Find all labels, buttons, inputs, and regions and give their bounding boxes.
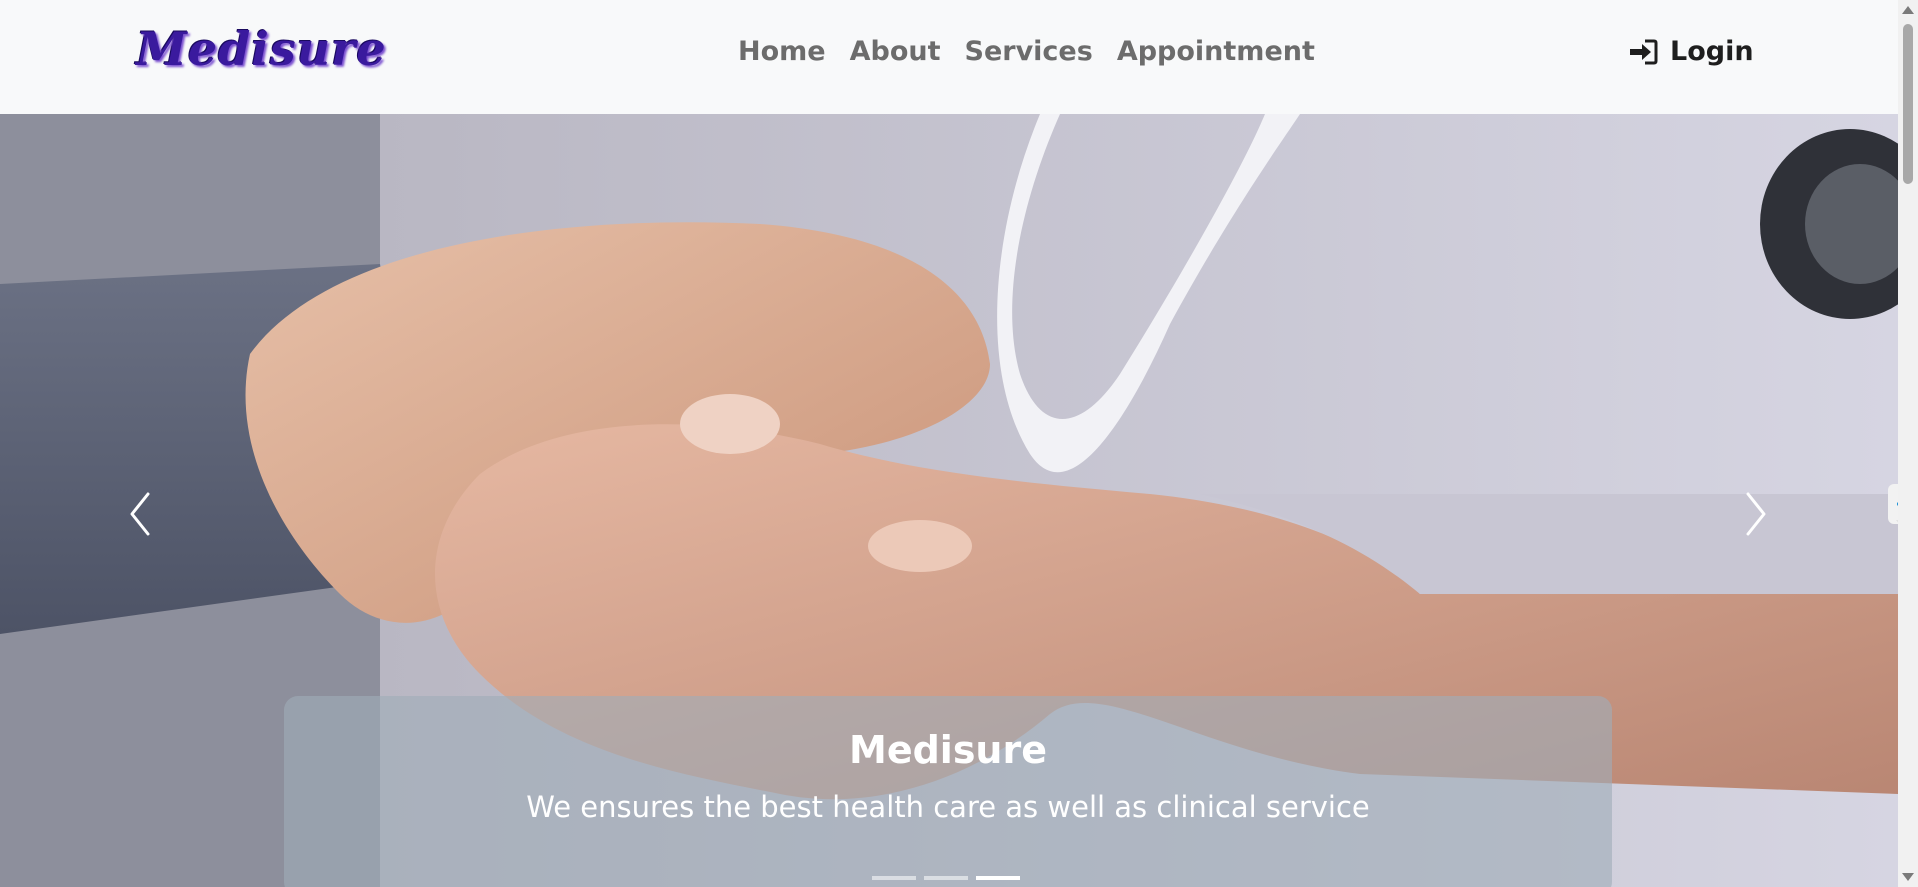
- chevron-left-icon: [130, 492, 150, 536]
- carousel-indicator-2[interactable]: [924, 876, 968, 880]
- carousel-indicators: [872, 876, 1020, 880]
- login-button[interactable]: Login: [1628, 36, 1754, 67]
- nav-links: Home About Services Appointment: [738, 36, 1315, 67]
- hero-carousel: Medisure We ensures the best health care…: [0, 114, 1898, 887]
- scrollbar-thumb[interactable]: [1903, 24, 1913, 184]
- page: Medisure Home About Services Appointment…: [0, 0, 1918, 887]
- carousel-caption: Medisure We ensures the best health care…: [284, 696, 1612, 887]
- caption-text: We ensures the best health care as well …: [526, 790, 1370, 824]
- nav-link-services[interactable]: Services: [965, 36, 1093, 67]
- carousel-prev-button[interactable]: [118, 484, 168, 544]
- nav-link-appointment[interactable]: Appointment: [1117, 36, 1315, 67]
- nav-link-about[interactable]: About: [850, 36, 941, 67]
- carousel-indicator-1[interactable]: [872, 876, 916, 880]
- scrollbar[interactable]: [1898, 0, 1918, 887]
- sign-in-icon: [1628, 39, 1658, 65]
- brand-logo[interactable]: Medisure: [136, 22, 387, 76]
- navbar: Medisure Home About Services Appointment…: [0, 0, 1898, 114]
- nav-link-home[interactable]: Home: [738, 36, 826, 67]
- carousel-indicator-3[interactable]: [976, 876, 1020, 880]
- carousel-next-button[interactable]: [1730, 484, 1780, 544]
- caption-title: Medisure: [849, 728, 1047, 772]
- login-label: Login: [1670, 36, 1754, 67]
- chevron-right-icon: [1746, 492, 1766, 536]
- scroll-down-arrow-icon[interactable]: [1902, 873, 1914, 881]
- scroll-up-arrow-icon[interactable]: [1902, 6, 1914, 14]
